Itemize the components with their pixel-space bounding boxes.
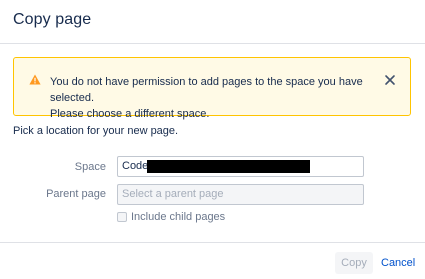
- warning-message: You do not have permission to add pages …: [50, 74, 380, 122]
- include-child-pages-label: Include child pages: [131, 211, 226, 223]
- parent-page-label: Parent page: [46, 188, 106, 200]
- permission-warning-banner: You do not have permission to add pages …: [13, 57, 411, 120]
- warning-icon: [29, 74, 41, 85]
- redacted-space-name: [147, 160, 310, 173]
- close-icon[interactable]: [384, 74, 396, 86]
- dialog-title: Copy page: [13, 11, 92, 28]
- include-child-pages-checkbox[interactable]: [117, 212, 127, 222]
- parent-page-field[interactable]: Select a parent page: [117, 184, 364, 205]
- dialog-footer: Copy Cancel: [0, 242, 425, 279]
- warning-message-line-2: Please choose a different space.: [50, 108, 210, 120]
- copy-page-dialog: Copy page You do not have permission to …: [0, 0, 425, 279]
- location-instruction: Pick a location for your new page.: [13, 125, 179, 137]
- copy-button[interactable]: Copy: [335, 252, 373, 274]
- space-label: Space: [74, 161, 106, 173]
- cancel-link[interactable]: Cancel: [381, 252, 415, 274]
- dialog-header: Copy page: [0, 0, 425, 44]
- space-value: Code: [122, 160, 149, 172]
- space-field[interactable]: Code: [117, 156, 364, 177]
- warning-message-line-1: You do not have permission to add pages …: [50, 76, 363, 104]
